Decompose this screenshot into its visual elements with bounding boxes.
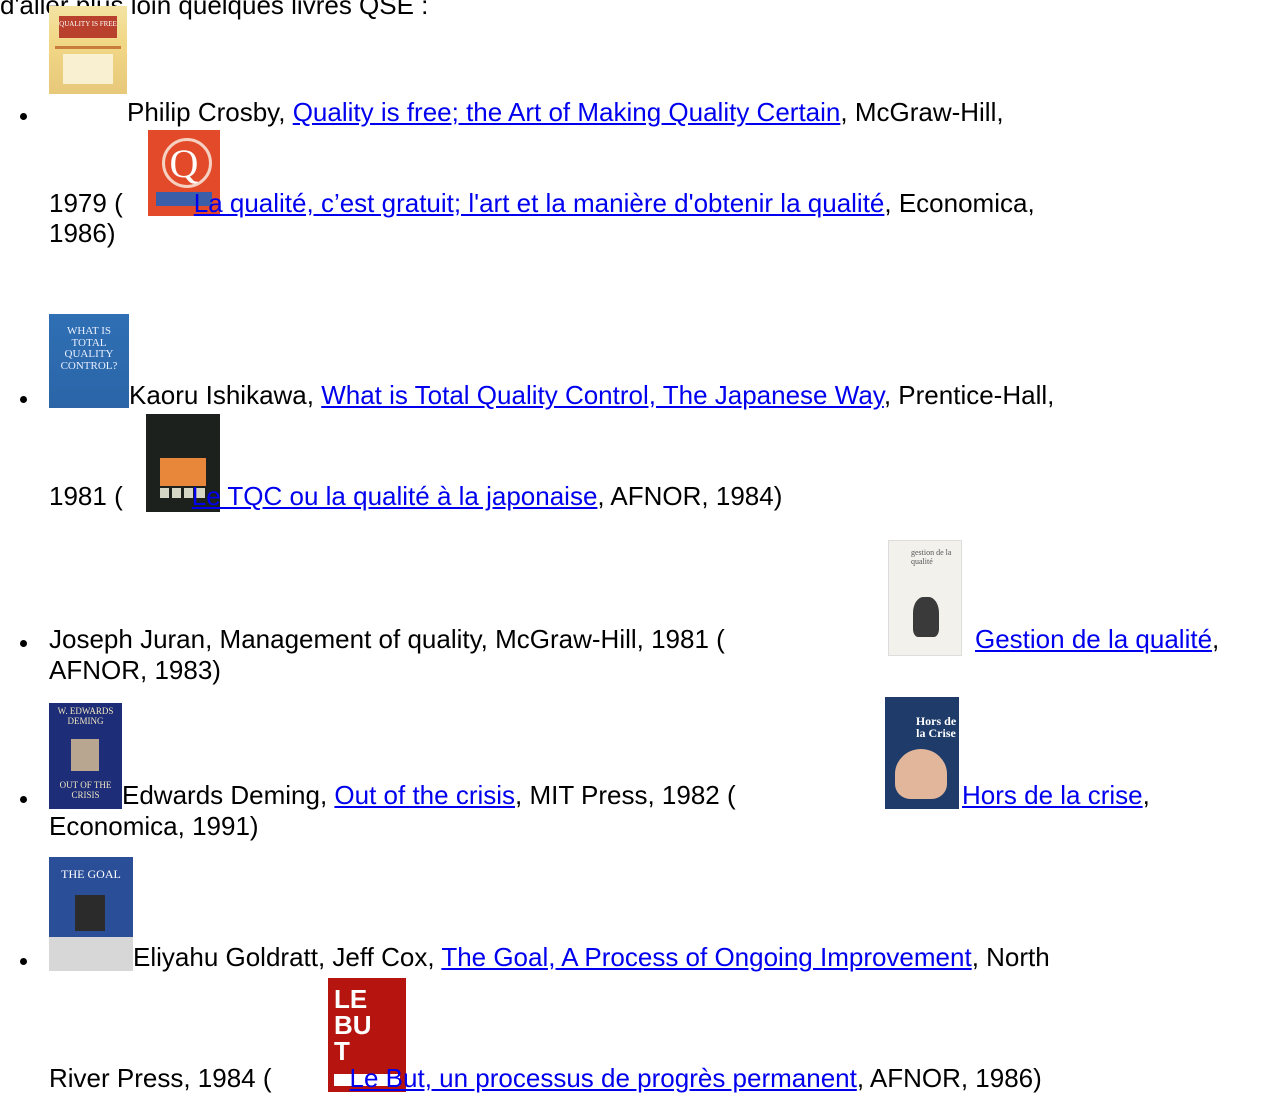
- book-details: , MIT Press, 1982 (: [515, 780, 736, 810]
- cover-title: gestion de la qualité: [911, 548, 952, 566]
- book-line2: River Press, 1984 (: [49, 1063, 272, 1093]
- cover-title: LE BUT: [334, 984, 372, 1066]
- book-title-link[interactable]: Out of the crisis: [334, 780, 515, 810]
- book-line2: Economica, 1991): [49, 811, 259, 841]
- book-author: Philip Crosby,: [127, 97, 293, 127]
- cover-title: QUALITY IS FREE: [59, 20, 117, 28]
- cover-title: Hors de la Crise: [915, 714, 957, 740]
- cover-title: THE GOAL: [61, 867, 121, 881]
- cover-title: W. EDWARDS DEMING: [57, 706, 114, 726]
- book-title-fr-link[interactable]: Gestion de la qualité: [975, 624, 1212, 654]
- book-title-link[interactable]: The Goal, A Process of Ongoing Improveme…: [441, 942, 971, 972]
- bullet-icon: [20, 958, 27, 965]
- book-title-fr-link[interactable]: Hors de la crise: [962, 780, 1143, 810]
- book-details-fr: ,: [1142, 780, 1150, 810]
- cover-subtitle: OUT OF THE CRISIS: [59, 780, 112, 800]
- book-text: Joseph Juran, Management of quality, McG…: [49, 624, 725, 654]
- book-year: 1981 (: [49, 481, 123, 511]
- book-cover-image: WHAT IS TOTAL QUALITY CONTROL?: [49, 314, 129, 408]
- book-cover-image: QUALITY IS FREE: [49, 6, 127, 94]
- book-title-fr-link[interactable]: Le TQC ou la qualité à la japonaise: [192, 481, 598, 511]
- book-line2: AFNOR, 1983): [49, 655, 221, 685]
- book-details-fr: ,: [1212, 624, 1220, 654]
- book-title-link[interactable]: Quality is free; the Art of Making Quali…: [293, 97, 841, 127]
- book-details: , McGraw-Hill,: [840, 97, 1004, 127]
- book-cover-image: THE GOAL: [49, 857, 133, 971]
- book-title-fr-link[interactable]: Le But, un processus de progrès permanen…: [350, 1063, 857, 1093]
- book-details: , Prentice-Hall,: [883, 380, 1055, 410]
- book-year-fr: 1986): [49, 218, 116, 248]
- book-author: Edwards Deming,: [122, 780, 335, 810]
- cover-title: Q: [169, 141, 199, 186]
- bullet-icon: [20, 796, 27, 803]
- bullet-icon: [20, 640, 27, 647]
- book-details-fr: , Economica,: [884, 188, 1035, 218]
- book-year: 1979 (: [49, 188, 123, 218]
- book-title-link[interactable]: What is Total Quality Control, The Japan…: [321, 380, 884, 410]
- book-author: Kaoru Ishikawa,: [129, 380, 322, 410]
- bullet-icon: [20, 113, 27, 120]
- book-details-fr: , AFNOR, 1984): [597, 481, 783, 511]
- book-cover-image-fr: gestion de la qualité: [888, 540, 962, 656]
- book-author: Eliyahu Goldratt, Jeff Cox,: [133, 942, 442, 972]
- book-details: , North: [971, 942, 1050, 972]
- book-cover-image: W. EDWARDS DEMING OUT OF THE CRISIS: [49, 703, 122, 809]
- cover-title: WHAT IS TOTAL QUALITY CONTROL?: [60, 325, 118, 372]
- book-details-fr: , AFNOR, 1986): [856, 1063, 1042, 1093]
- book-cover-image-fr: Hors de la Crise: [885, 697, 959, 809]
- book-title-fr-link[interactable]: La qualité, c’est gratuit; l'art et la m…: [194, 188, 885, 218]
- bullet-icon: [20, 396, 27, 403]
